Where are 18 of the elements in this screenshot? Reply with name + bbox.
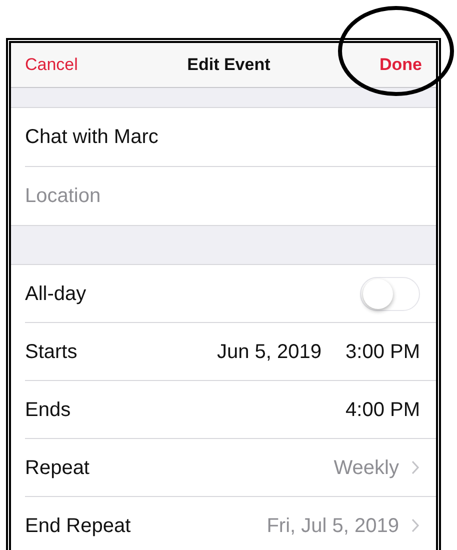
done-button[interactable]: Done	[379, 52, 422, 78]
time-value[interactable]: 4:00 PM	[346, 394, 420, 424]
nav-title: Edit Event	[187, 54, 270, 76]
row-value: Weekly	[334, 456, 399, 480]
row-label: Ends	[25, 398, 71, 422]
row-label: Starts	[25, 340, 78, 364]
row-label: Repeat	[25, 456, 90, 480]
cancel-button[interactable]: Cancel	[25, 52, 78, 78]
row-value: Fri, Jul 5, 2019	[266, 514, 399, 538]
time-value[interactable]: 3:00 PM	[346, 336, 420, 366]
chevron-icon	[411, 460, 420, 475]
chevron-icon	[411, 518, 420, 533]
date-value[interactable]: Jun 5, 2019	[216, 336, 322, 366]
title-field[interactable]: Chat with Marc	[25, 122, 436, 152]
location-field[interactable]: Location	[25, 181, 436, 211]
all-day-toggle[interactable]	[360, 276, 420, 310]
row-label: End Repeat	[25, 514, 131, 538]
row-label: All-day	[25, 282, 86, 306]
